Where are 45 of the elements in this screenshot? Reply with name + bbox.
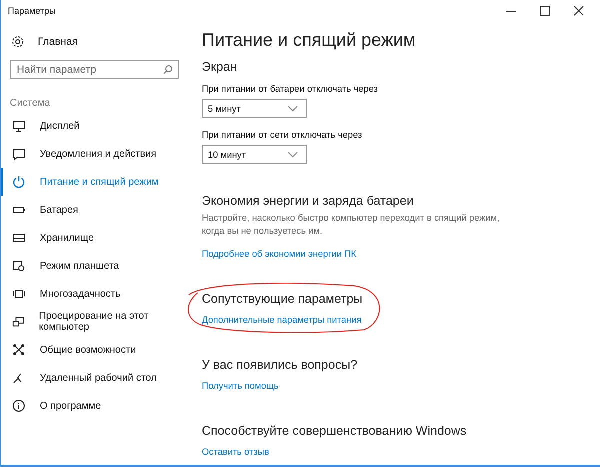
sidebar-item[interactable]: Батарея [1,196,191,224]
dropdown[interactable]: 5 минут [202,99,307,118]
section-heading: Сопутствующие параметры [202,292,363,306]
section-heading: Экран [202,60,238,74]
nav-icon [12,231,26,245]
sidebar-item[interactable]: Общие возможности [1,336,191,364]
chevron-icon [288,106,298,112]
page-title: Питание и спящий режим [202,30,417,51]
search-field[interactable]: Найти параметр [10,60,179,79]
sidebar-item[interactable]: Питание и спящий режим [1,168,191,196]
nav-icon [12,175,26,189]
section-description: Настройте, насколько быстро компьютер переходит в спящий режим, когда вы не пользуетесь им. [202,212,501,238]
link[interactable]: Дополнительные параметры питания [202,314,362,325]
sidebar-item[interactable]: Режим планшета [1,252,191,280]
link[interactable]: Получить помощь [202,380,279,391]
nav-icon [12,259,26,273]
sidebar-item[interactable]: Уведомления и действия [1,140,191,168]
sidebar-item[interactable]: О программе [1,392,191,420]
nav-icon [12,315,26,329]
window-title: Параметры [8,6,56,16]
sidebar-item[interactable]: Удаленный рабочий стол [1,364,191,392]
nav-icon [12,147,26,161]
section-heading: Экономия энергии и заряда батареи [202,194,415,208]
section-heading: У вас появились вопросы? [202,358,358,372]
setting-label: При питании от сети отключать через [202,130,364,140]
sidebar-item[interactable]: Дисплей [1,112,191,140]
sidebar-item[interactable]: Хранилище [1,224,191,252]
maximize-icon[interactable] [540,6,550,16]
home-nav-item[interactable]: Главная [1,32,191,52]
nav-icon [12,343,26,357]
section-label: Система [9,98,52,111]
sidebar-item[interactable]: Проецирование на этот компьютер [1,308,191,336]
link[interactable]: Подробнее об экономии энергии ПК [202,248,356,259]
search-icon [163,65,173,75]
settings-icon [11,35,25,49]
close-icon[interactable] [574,6,584,16]
section-heading: Способствуйте совершенствованию Windows [202,424,467,438]
link[interactable]: Оставить отзыв [202,446,270,457]
nav-icon [12,399,26,413]
nav-icon [12,119,26,133]
chevron-icon [288,152,298,158]
dropdown[interactable]: 10 минут [202,145,307,164]
setting-label: При питании от батареи отключать через [202,84,380,94]
nav-icon [12,287,26,301]
sidebar-item[interactable]: Многозадачность [1,280,191,308]
